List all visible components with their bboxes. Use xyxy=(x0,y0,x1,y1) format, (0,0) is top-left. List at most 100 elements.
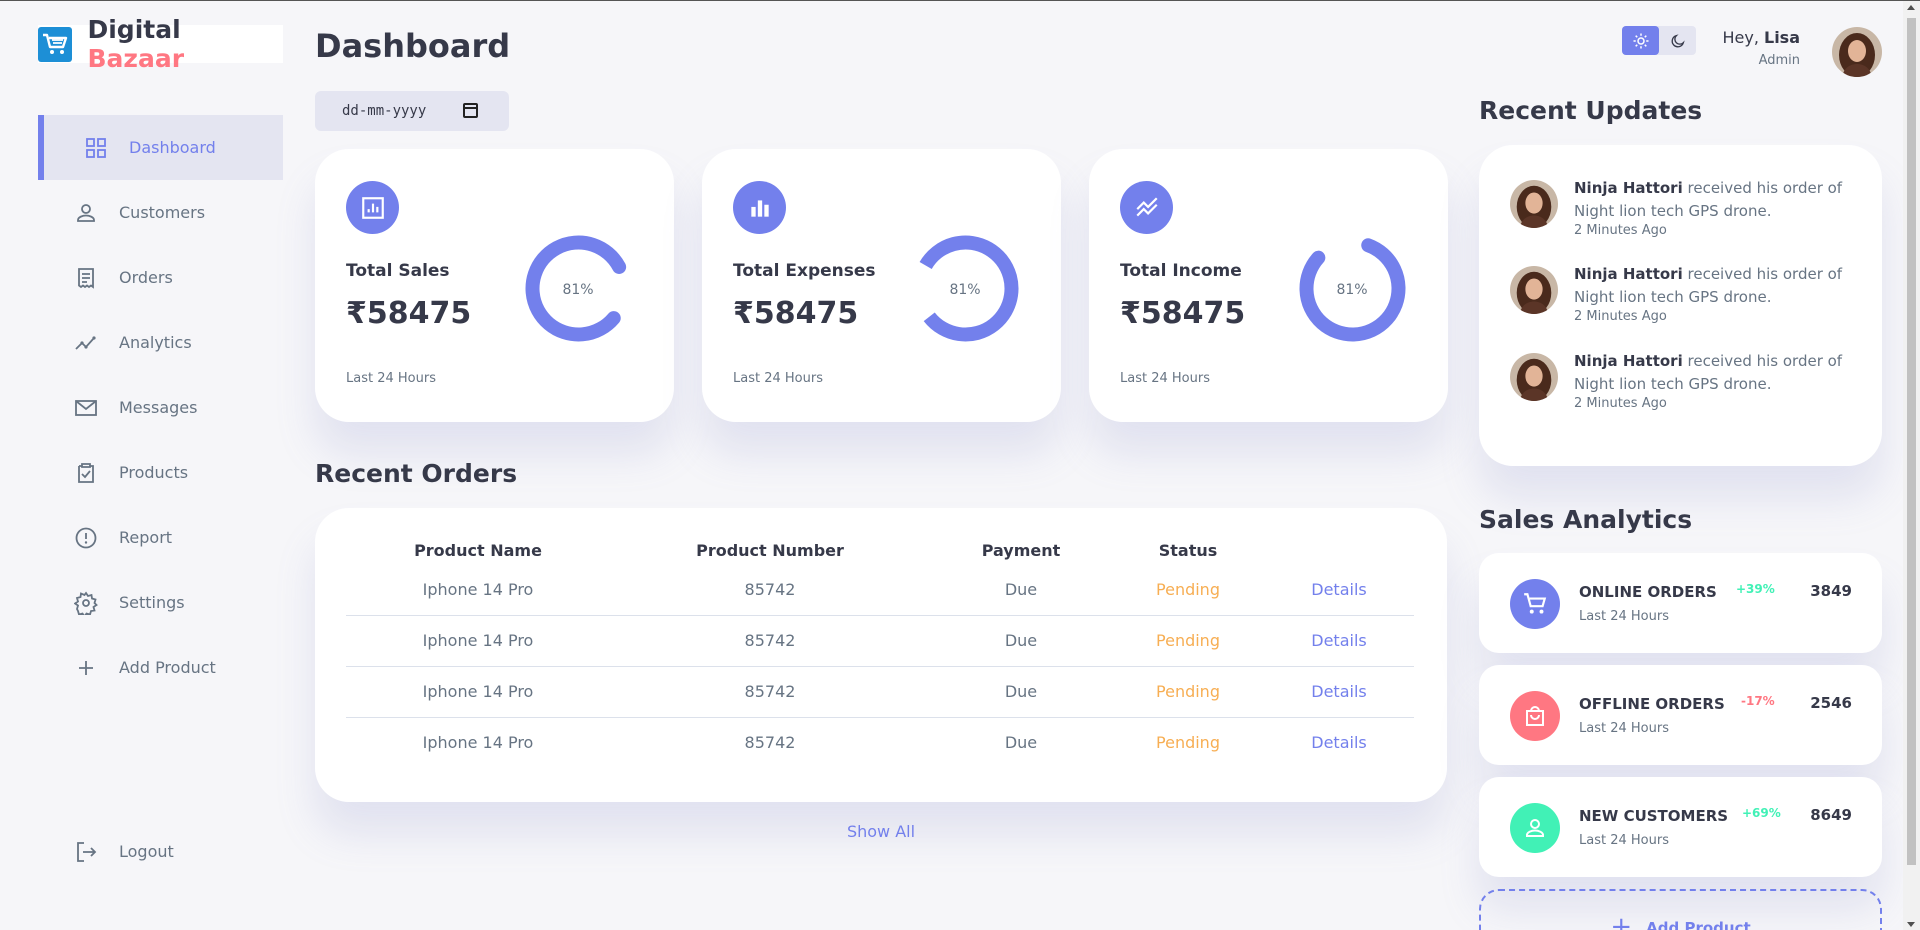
card-title: Total Income xyxy=(1120,261,1242,281)
sidebar-item-logout[interactable]: Logout xyxy=(38,819,283,884)
details-link[interactable]: Details xyxy=(1264,717,1414,768)
sidebar-item-report[interactable]: Report xyxy=(38,505,283,570)
cart-icon xyxy=(1510,579,1560,629)
greeting-text: Hey, xyxy=(1722,28,1764,47)
analytics-value: 3849 xyxy=(1810,582,1852,600)
sidebar-item-label: Orders xyxy=(119,268,173,287)
card-value: ₹58475 xyxy=(1120,296,1246,331)
date-input[interactable]: dd-mm-yyyy xyxy=(315,91,509,131)
status-cell: Pending xyxy=(1112,615,1264,667)
status-cell: Pending xyxy=(1112,666,1264,718)
details-link[interactable]: Details xyxy=(1264,564,1414,616)
sidebar-item-customers[interactable]: Customers xyxy=(38,180,283,245)
sidebar-item-orders[interactable]: Orders xyxy=(38,245,283,310)
payment-cell: Due xyxy=(930,666,1112,718)
sun-icon xyxy=(1633,33,1648,48)
table-row: Iphone 14 Pro 85742 Due Pending Details xyxy=(346,615,1414,667)
sidebar-item-dashboard[interactable]: Dashboard xyxy=(38,115,283,180)
table-row: Iphone 14 Pro 85742 Due Pending Details xyxy=(346,717,1414,768)
scrollbar-thumb[interactable] xyxy=(1907,18,1916,865)
update-name: Ninja Hattori xyxy=(1574,265,1683,283)
analytics-footer: Last 24 Hours xyxy=(1579,721,1669,736)
payment-cell: Due xyxy=(930,564,1112,616)
table-row: Iphone 14 Pro 85742 Due Pending Details xyxy=(346,564,1414,616)
plus-icon xyxy=(79,660,93,675)
analytics-footer: Last 24 Hours xyxy=(1579,833,1669,848)
card-percent: 81% xyxy=(949,282,981,298)
sidebar-nav: Dashboard Customers Orders Analytics Mes… xyxy=(38,115,283,700)
column-header: Product Number xyxy=(696,540,844,560)
status-cell: Pending xyxy=(1112,564,1264,616)
details-link[interactable]: Details xyxy=(1264,615,1414,667)
inventory-icon xyxy=(78,462,94,483)
card-footer: Last 24 Hours xyxy=(733,371,823,386)
person-icon xyxy=(1510,803,1560,853)
avatar[interactable] xyxy=(1832,27,1882,77)
add-product-button[interactable]: + Add Product xyxy=(1479,889,1882,930)
card-total-expenses: Total Expenses ₹58475 81% Last 24 Hours xyxy=(702,149,1061,422)
sidebar-item-label: Add Product xyxy=(119,658,216,677)
card-value: ₹58475 xyxy=(733,296,859,331)
add-product-label: Add Product xyxy=(1646,919,1751,930)
analytics-footer: Last 24 Hours xyxy=(1579,609,1669,624)
product-name-cell: Iphone 14 Pro xyxy=(346,564,610,616)
column-header xyxy=(1264,536,1414,564)
analytics-title: ONLINE ORDERS xyxy=(1579,583,1717,601)
scroll-up-arrow-icon[interactable] xyxy=(1907,5,1915,10)
analytics-item-new-customers[interactable]: NEW CUSTOMERS Last 24 Hours +69% 8649 xyxy=(1479,777,1882,877)
analytics-item-online-orders[interactable]: ONLINE ORDERS Last 24 Hours +39% 3849 xyxy=(1479,553,1882,653)
insights-icon xyxy=(75,335,96,350)
product-name-cell: Iphone 14 Pro xyxy=(346,666,610,718)
brand-logo[interactable]: Digital Bazaar xyxy=(38,15,283,73)
recent-updates-panel: Ninja Hattori received his order of Nigh… xyxy=(1479,145,1882,466)
status-cell: Pending xyxy=(1156,733,1220,753)
sidebar-item-settings[interactable]: Settings xyxy=(38,570,283,635)
analytics-title: OFFLINE ORDERS xyxy=(1579,695,1725,713)
calendar-icon[interactable] xyxy=(463,103,478,118)
sidebar-item-label: Products xyxy=(119,463,189,482)
update-text: Ninja Hattori received his order of Nigh… xyxy=(1574,177,1854,223)
sidebar-item-messages[interactable]: Messages xyxy=(38,375,283,440)
brand-name-part1: Digital xyxy=(87,15,181,44)
sidebar-item-label: Analytics xyxy=(119,333,192,352)
show-all-link[interactable]: Show All xyxy=(315,822,1447,841)
logout-container: Logout xyxy=(38,819,283,884)
light-mode-button[interactable] xyxy=(1622,26,1659,55)
profile-greeting: Hey, Lisa xyxy=(1722,28,1800,47)
vertical-scrollbar[interactable] xyxy=(1903,1,1920,930)
sidebar-item-label: Customers xyxy=(119,203,206,222)
sidebar-item-label: Settings xyxy=(119,593,185,612)
analytics-change: -17% xyxy=(1741,694,1775,708)
recent-updates-title: Recent Updates xyxy=(1479,96,1703,125)
column-header: Status xyxy=(1158,540,1218,560)
column-header: Payment xyxy=(981,540,1061,560)
dark-mode-button[interactable] xyxy=(1659,26,1696,55)
logout-icon xyxy=(77,841,97,862)
analytics-change: +39% xyxy=(1736,582,1775,596)
stacked-line-icon xyxy=(1120,181,1173,234)
mail-icon xyxy=(75,399,97,416)
grid-icon xyxy=(86,137,106,158)
update-name: Ninja Hattori xyxy=(1574,352,1683,370)
details-link[interactable]: Details xyxy=(1264,666,1414,718)
scroll-down-arrow-icon[interactable] xyxy=(1907,922,1915,927)
sidebar-item-analytics[interactable]: Analytics xyxy=(38,310,283,375)
sales-analytics-title: Sales Analytics xyxy=(1479,505,1693,534)
column-header: Product Name xyxy=(414,540,542,560)
sidebar-item-products[interactable]: Products xyxy=(38,440,283,505)
card-title: Total Expenses xyxy=(733,261,876,281)
moon-icon xyxy=(1671,33,1685,47)
analytics-title: NEW CUSTOMERS xyxy=(1579,807,1729,825)
sidebar-item-label: Messages xyxy=(119,398,198,417)
page-title: Dashboard xyxy=(315,27,511,65)
analytics-value: 2546 xyxy=(1810,694,1852,712)
product-number-cell: 85742 xyxy=(610,666,930,718)
card-footer: Last 24 Hours xyxy=(1120,371,1210,386)
profile-role: Admin xyxy=(1758,53,1800,68)
card-title: Total Sales xyxy=(346,261,450,281)
sidebar-item-add-product[interactable]: Add Product xyxy=(38,635,283,700)
profile-name: Lisa xyxy=(1764,28,1800,47)
analytics-item-offline-orders[interactable]: OFFLINE ORDERS Last 24 Hours -17% 2546 xyxy=(1479,665,1882,765)
theme-toggle[interactable] xyxy=(1622,26,1696,55)
avatar xyxy=(1510,266,1558,314)
